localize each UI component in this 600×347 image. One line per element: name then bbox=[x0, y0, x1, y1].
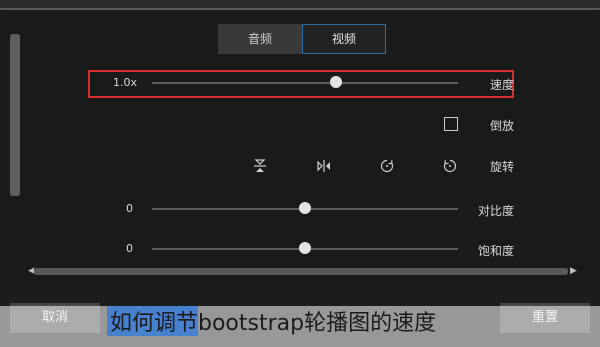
tab-bar: 音频 视频 bbox=[218, 24, 386, 54]
reverse-label: 倒放 bbox=[489, 119, 514, 133]
contrast-slider-thumb[interactable] bbox=[299, 202, 311, 214]
flip-horizontal-icon[interactable] bbox=[316, 158, 332, 174]
vertical-scrollbar[interactable] bbox=[10, 34, 20, 196]
speed-slider-thumb[interactable] bbox=[329, 76, 342, 88]
horizontal-scrollbar[interactable] bbox=[34, 268, 568, 275]
saturation-label: 饱和度 bbox=[477, 244, 514, 258]
vertical-scrollbar-thumb[interactable] bbox=[10, 34, 20, 196]
rotate-label: 旋转 bbox=[489, 160, 514, 174]
rotate-right-icon[interactable] bbox=[442, 158, 458, 174]
top-bar bbox=[0, 0, 600, 8]
speed-label: 速度 bbox=[489, 78, 514, 92]
rotate-left-icon[interactable] bbox=[379, 158, 395, 174]
speed-row-highlight bbox=[88, 70, 514, 98]
speed-slider-track[interactable] bbox=[152, 82, 458, 84]
reverse-checkbox[interactable] bbox=[444, 117, 458, 131]
contrast-label: 对比度 bbox=[477, 204, 514, 218]
horizontal-scrollbar-thumb[interactable] bbox=[34, 268, 568, 275]
caption-text: 如何调节bootstrap轮播图的速度 bbox=[110, 311, 437, 336]
tab-video[interactable]: 视频 bbox=[302, 24, 386, 54]
contrast-value: 0 bbox=[126, 202, 133, 215]
saturation-slider-thumb[interactable] bbox=[299, 242, 311, 254]
tab-audio[interactable]: 音频 bbox=[218, 24, 302, 54]
saturation-value: 0 bbox=[126, 242, 133, 255]
scroll-right-arrow[interactable]: ▶ bbox=[570, 266, 577, 276]
flip-vertical-icon[interactable] bbox=[252, 158, 268, 174]
top-divider bbox=[0, 8, 600, 10]
speed-value: 1.0x bbox=[113, 76, 138, 89]
